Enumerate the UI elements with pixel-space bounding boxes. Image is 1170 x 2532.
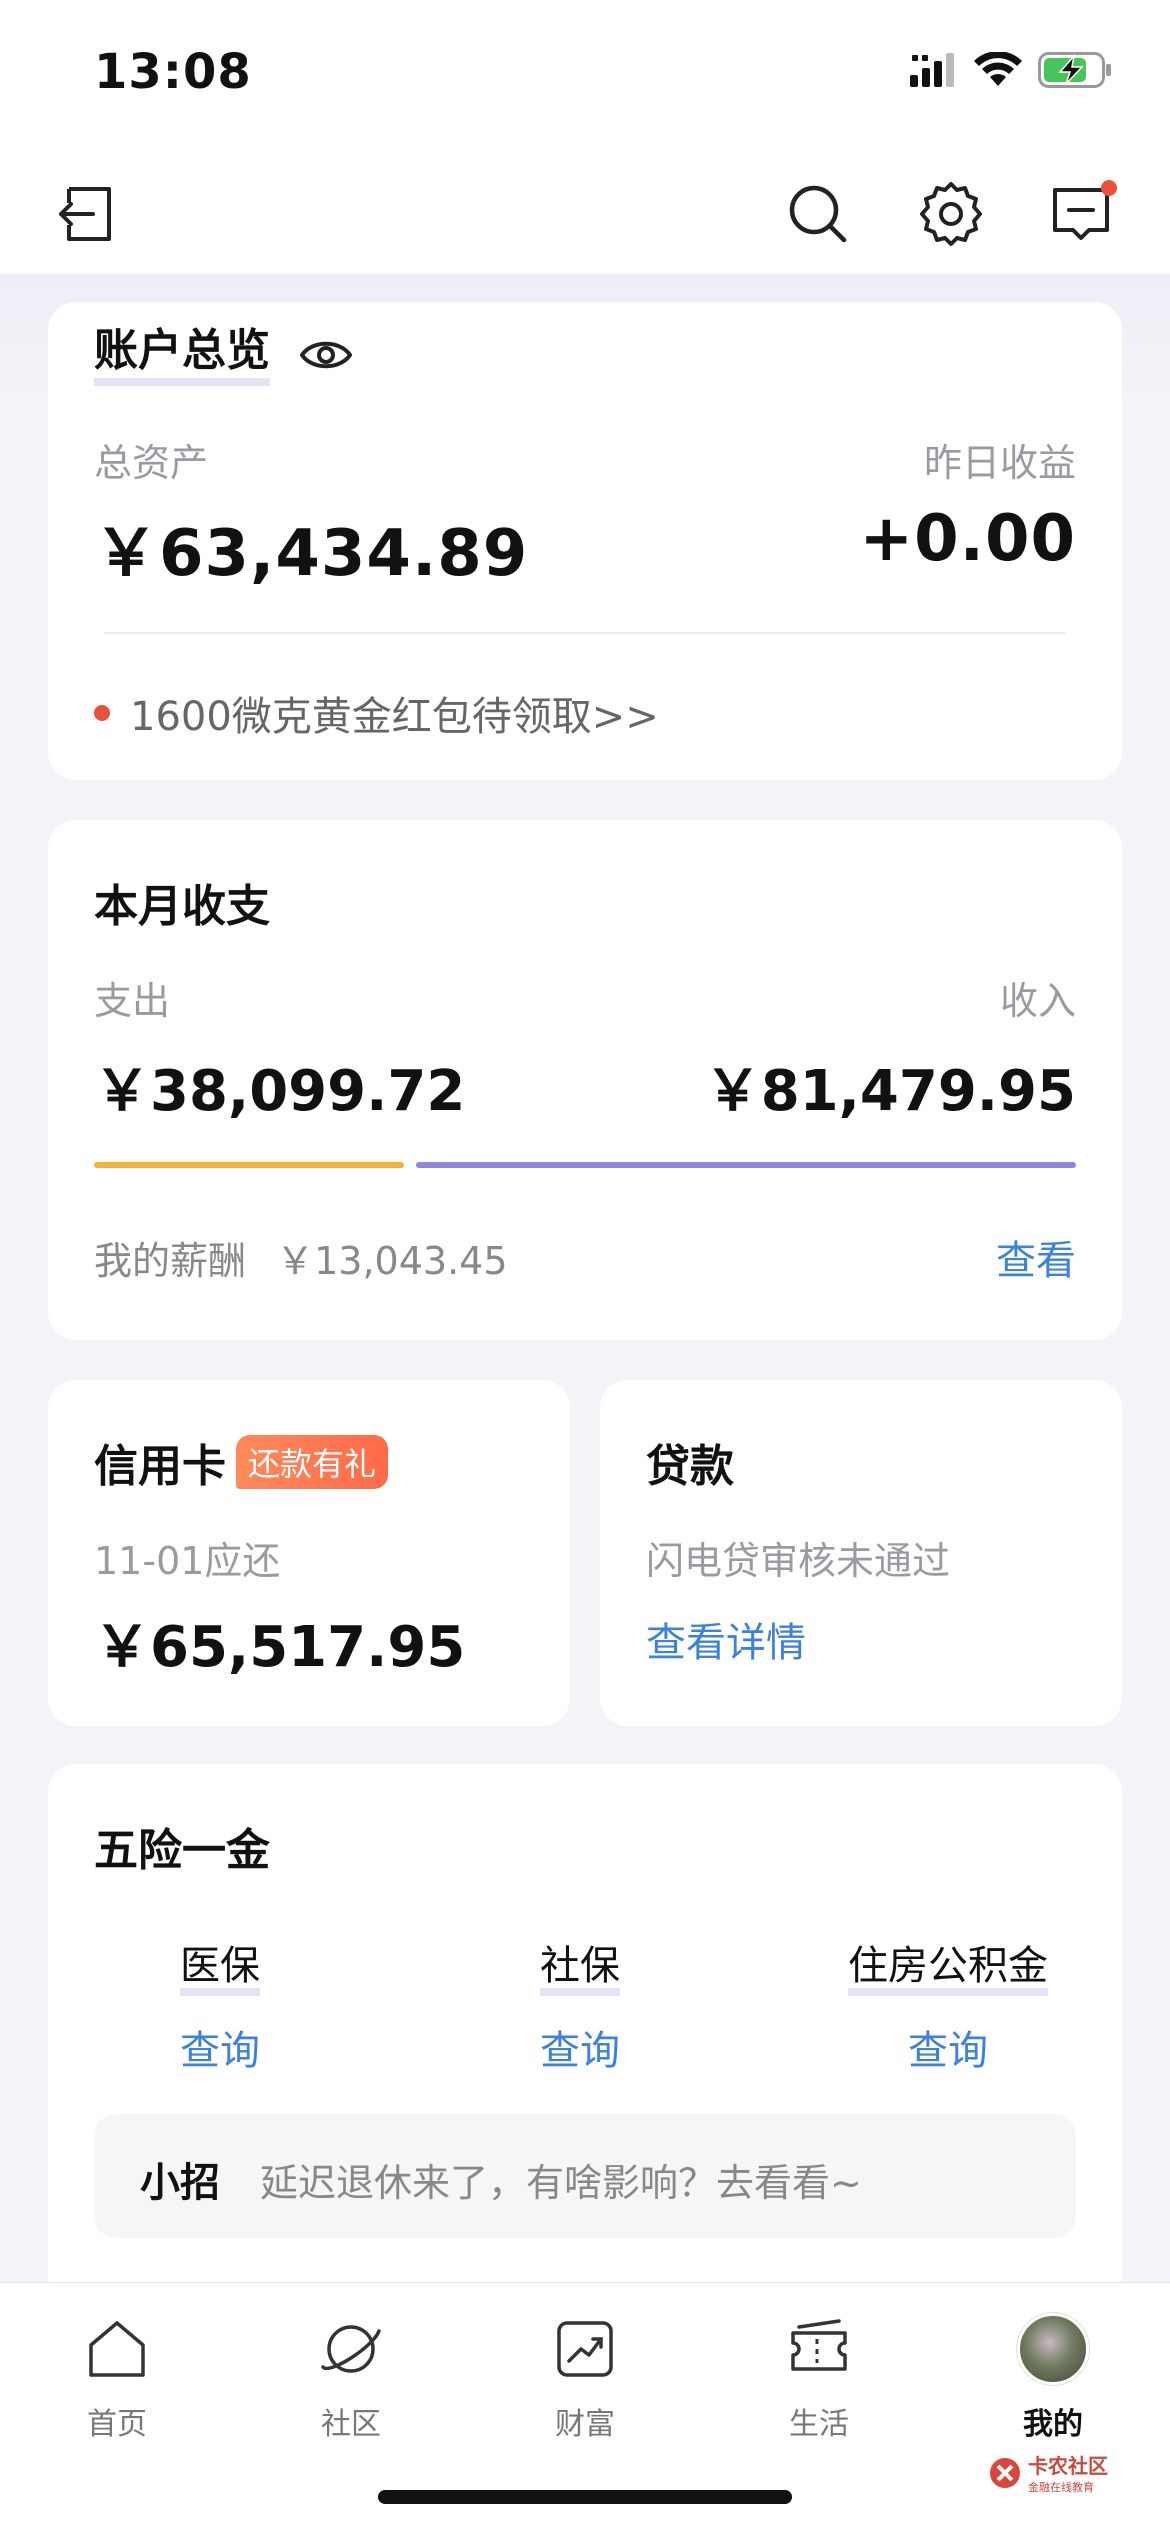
watermark: 卡农社区 金融在线教育 xyxy=(988,2450,1108,2495)
social-insurance-label: 社保 xyxy=(540,1944,620,1996)
income-value: ￥81,479.95 xyxy=(704,1059,1076,1124)
message-icon[interactable] xyxy=(1047,178,1119,250)
credit-card-title: 信用卡 xyxy=(94,1441,226,1492)
total-assets-value: ￥63,434.89 xyxy=(94,517,529,591)
status-bar: 13:08 xyxy=(0,0,1170,150)
home-icon xyxy=(89,2321,145,2377)
housing-fund-item[interactable]: 住房公积金 查询 xyxy=(828,1944,1068,2076)
battery-charging-icon xyxy=(1038,52,1111,88)
tab-wealth[interactable]: 财富 xyxy=(500,2311,670,2443)
tab-home[interactable]: 首页 xyxy=(32,2311,202,2443)
salary-value: ￥13,043.45 xyxy=(276,1239,508,1283)
planet-icon xyxy=(321,2325,381,2373)
income-expense-bar xyxy=(94,1162,1076,1168)
yesterday-income-label: 昨日收益 xyxy=(923,441,1076,485)
credit-due-value: ￥65,517.95 xyxy=(94,1615,466,1680)
tab-mine-label: 我的 xyxy=(1023,2407,1083,2442)
gold-promo-text: 1600微克黄金红包待领取>> xyxy=(130,694,659,740)
avatar xyxy=(1017,2313,1089,2385)
expense-bar xyxy=(94,1162,405,1168)
tab-mine[interactable]: 我的 xyxy=(968,2311,1138,2443)
watermark-subtitle: 金融在线教育 xyxy=(1028,2481,1094,2494)
tab-community[interactable]: 社区 xyxy=(266,2311,436,2443)
gold-promo-link[interactable]: 1600微克黄金红包待领取>> xyxy=(94,684,659,742)
logout-icon[interactable] xyxy=(50,178,122,250)
insurance-fund-card: 五险一金 医保 查询 社保 查询 住房公积金 查询 小招 延迟退休来了，有啥影响… xyxy=(48,1764,1122,2304)
account-overview-title: 账户总览 xyxy=(94,324,270,386)
search-icon[interactable] xyxy=(782,178,854,250)
housing-fund-label: 住房公积金 xyxy=(848,1944,1048,1996)
medical-insurance-item[interactable]: 医保 查询 xyxy=(140,1944,300,2076)
medical-insurance-query[interactable]: 查询 xyxy=(140,2018,300,2076)
unread-dot xyxy=(1101,180,1117,196)
gear-icon[interactable] xyxy=(915,178,987,250)
tip-banner[interactable]: 小招 延迟退休来了，有啥影响？去看看~ xyxy=(94,2114,1076,2238)
credit-due-label: 11-01应还 xyxy=(94,1539,281,1583)
chart-icon xyxy=(557,2321,613,2377)
loan-title: 贷款 xyxy=(646,1441,734,1492)
repayment-gift-badge: 还款有礼 xyxy=(236,1435,389,1489)
social-insurance-query[interactable]: 查询 xyxy=(500,2018,660,2076)
watermark-title: 卡农社区 xyxy=(1028,2454,1108,2478)
insurance-title: 五险一金 xyxy=(94,1825,270,1876)
divider xyxy=(104,632,1066,634)
medical-insurance-label: 医保 xyxy=(180,1944,260,1996)
total-assets-label: 总资产 xyxy=(94,441,209,485)
tab-community-label: 社区 xyxy=(321,2407,381,2442)
tip-tag: 小招 xyxy=(140,2160,220,2206)
expense-label: 支出 xyxy=(94,979,171,1023)
loan-status: 闪电贷审核未通过 xyxy=(646,1539,951,1583)
tab-life-label: 生活 xyxy=(789,2407,849,2442)
loan-details-link[interactable]: 查看详情 xyxy=(646,1610,806,1668)
status-icons xyxy=(910,52,1114,88)
account-overview-card[interactable]: 账户总览 总资产 昨日收益 ￥63,434.89 +0.00 1600微克黄金红… xyxy=(48,302,1122,780)
tab-life[interactable]: 生活 xyxy=(734,2311,904,2443)
income-bar xyxy=(416,1162,1076,1168)
social-insurance-item[interactable]: 社保 查询 xyxy=(500,1944,660,2076)
yesterday-income-value: +0.00 xyxy=(859,502,1076,576)
top-nav-bar xyxy=(0,150,1170,274)
status-time: 13:08 xyxy=(94,44,252,100)
housing-fund-query[interactable]: 查询 xyxy=(828,2018,1068,2076)
watermark-logo xyxy=(990,2457,1020,2488)
salary-label: 我的薪酬 xyxy=(94,1239,247,1283)
home-indicator xyxy=(378,2490,792,2504)
tab-wealth-label: 财富 xyxy=(555,2407,615,2442)
credit-card-card[interactable]: 信用卡 还款有礼 11-01应还 ￥65,517.95 xyxy=(48,1380,570,1726)
tab-home-label: 首页 xyxy=(87,2407,147,2442)
income-label: 收入 xyxy=(999,979,1076,1023)
loan-card[interactable]: 贷款 闪电贷审核未通过 查看详情 xyxy=(600,1380,1122,1726)
view-salary-link[interactable]: 查看 xyxy=(996,1228,1076,1286)
monthly-title: 本月收支 xyxy=(94,881,270,932)
expense-value: ￥38,099.72 xyxy=(94,1059,466,1124)
ticket-icon xyxy=(791,2319,847,2371)
eye-icon[interactable] xyxy=(300,336,352,374)
wifi-icon xyxy=(974,52,1022,86)
cellular-signal-icon xyxy=(910,53,954,87)
monthly-income-expense-card[interactable]: 本月收支 支出 收入 ￥38,099.72 ￥81,479.95 我的薪酬 ￥1… xyxy=(48,820,1122,1340)
red-dot xyxy=(94,705,110,721)
tip-text: 延迟退休来了，有啥影响？去看看~ xyxy=(260,2161,862,2205)
